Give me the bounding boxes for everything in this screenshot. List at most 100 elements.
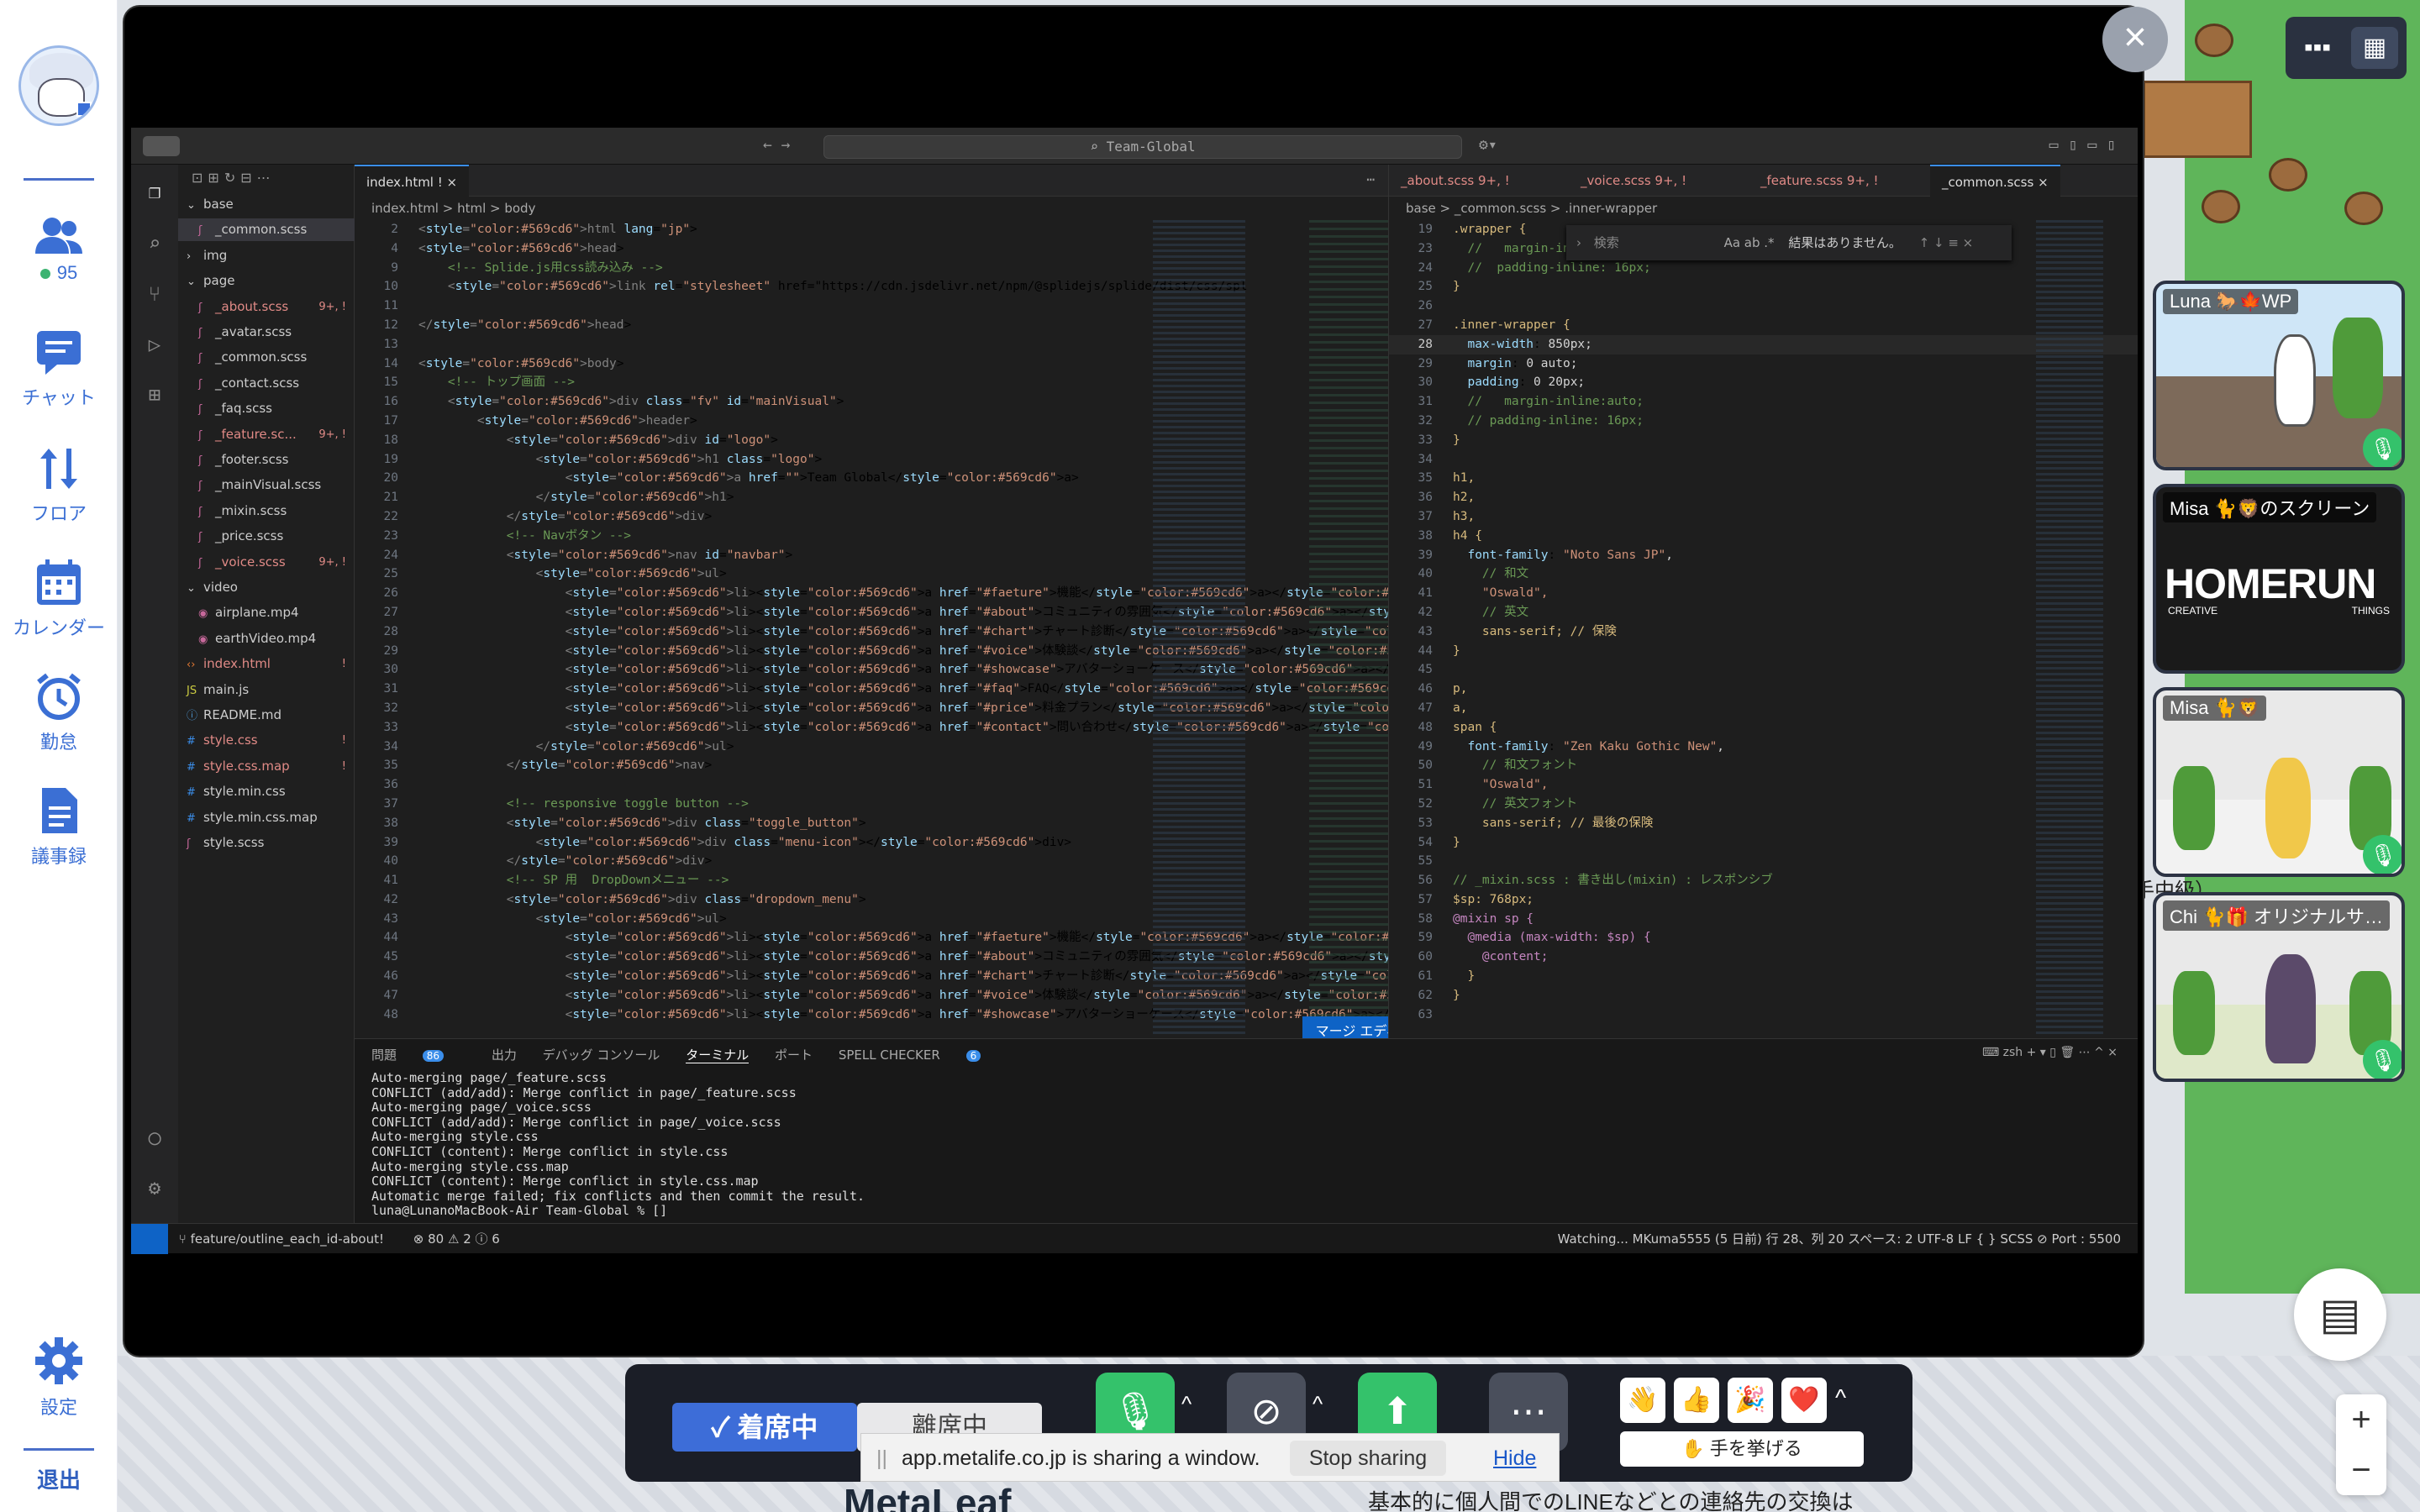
memo-button[interactable]: ▤	[2294, 1268, 2386, 1361]
sidebar-item-floor[interactable]: フロア	[0, 445, 118, 526]
close-share-button[interactable]: ×	[2102, 7, 2168, 72]
explorer-item[interactable]: ʃ _about.scss 9+, !	[178, 296, 355, 318]
breadcrumb-right[interactable]: base > _common.scss > .inner-wrapper	[1406, 198, 1657, 218]
extensions-icon[interactable]: ⊞	[143, 383, 166, 407]
reaction-party[interactable]: 🎉	[1728, 1378, 1773, 1423]
screen-share-window[interactable]: ← → ⌕ Team-Global ⚙▾ ▭▯▭▯ ❐ ⌕ ⑂ ▷ ⊞ ◯ ⚙ …	[124, 7, 2143, 1356]
sidebar-item-settings[interactable]: 設定	[0, 1336, 118, 1420]
sidebar-item-members[interactable]: 95	[0, 215, 118, 284]
source-control-icon[interactable]: ⑂	[143, 282, 166, 306]
sidebar-item-attendance[interactable]: 勤怠	[0, 672, 118, 754]
grid-view-icon[interactable]: ▦	[2351, 27, 2398, 69]
hide-link[interactable]: Hide	[1493, 1434, 1536, 1483]
participant-tile[interactable]: Luna 🐎🍁WP 🎙	[2153, 281, 2405, 470]
explorer-item[interactable]: # style.min.css.map	[178, 806, 355, 829]
tab-about-scss[interactable]: _about.scss 9+, !	[1389, 165, 1522, 197]
explorer-item[interactable]: ◉ earthVideo.mp4	[178, 627, 355, 650]
tab-ports[interactable]: ポート	[775, 1047, 813, 1063]
participant-tile[interactable]: Misa 🐈🦁 🎙	[2153, 687, 2405, 877]
user-avatar[interactable]	[18, 45, 99, 126]
zoom-in-button[interactable]: +	[2336, 1394, 2386, 1445]
reaction-heart[interactable]: ❤️	[1781, 1378, 1827, 1423]
tab-common-scss[interactable]: _common.scss ×	[1930, 165, 2060, 197]
camera-options-chevron-icon[interactable]: ^	[1313, 1391, 1323, 1417]
find-input[interactable]: 検索	[1594, 225, 1720, 260]
explorer-item[interactable]: ⌄ page	[178, 270, 355, 292]
mic-options-chevron-icon[interactable]: ^	[1181, 1391, 1192, 1417]
more-actions-icon[interactable]: ⋯	[1366, 171, 1375, 187]
minimap-right[interactable]	[2036, 220, 2103, 1035]
participant-screen-tile[interactable]: HOMERUN CREATIVE THINGS Misa 🐈🦁のスクリーン	[2153, 484, 2405, 674]
explorer-item[interactable]: ʃ _voice.scss 9+, !	[178, 551, 355, 574]
exit-button[interactable]: 退出	[0, 1463, 118, 1494]
mic-on-icon[interactable]: 🎙	[2363, 1040, 2402, 1079]
explorer-item[interactable]: ʃ _mixin.scss	[178, 500, 355, 522]
explorer-item[interactable]: ʃ _faq.scss	[178, 397, 355, 420]
explorer-item[interactable]: ʃ _avatar.scss	[178, 321, 355, 344]
explorer-item[interactable]: ʃ _mainVisual.scss	[178, 474, 355, 496]
explorer-item[interactable]: ⌄ base	[178, 193, 355, 216]
tab-index-html[interactable]: index.html ! ×	[355, 165, 470, 197]
breadcrumb-left[interactable]: index.html > html > body	[371, 198, 535, 218]
sidebar-toggle-icon[interactable]	[143, 136, 180, 156]
run-debug-icon[interactable]: ▷	[143, 333, 166, 356]
explorer-item[interactable]: # style.css.map!	[178, 755, 355, 778]
terminal-controls[interactable]: ⌨ zsh + ▾ ▯ 🗑 ⋯ ^ ×	[1982, 1046, 2118, 1059]
explorer-item[interactable]: ʃ _feature.sc... 9+, !	[178, 423, 355, 446]
explorer-item[interactable]: # style.min.css	[178, 780, 355, 803]
explorer-item[interactable]: ʃ _footer.scss	[178, 449, 355, 471]
sidebar-item-minutes[interactable]: 議事録	[0, 786, 118, 869]
tab-voice-scss[interactable]: _voice.scss 9+, !	[1569, 165, 1698, 197]
minimap-left[interactable]	[1153, 220, 1245, 1035]
manage-gear-icon[interactable]: ⚙	[143, 1176, 166, 1200]
terminal-output[interactable]: Auto-merging page/_feature.scss CONFLICT …	[371, 1070, 865, 1219]
strip-view-icon[interactable]: ▪▪▪	[2294, 27, 2341, 69]
code-scss[interactable]: 19 .wrapper {23 // margin-inline:auto; 24 …	[1389, 220, 2138, 1024]
explorer-item[interactable]: ʃ _common.scss	[178, 218, 355, 242]
tab-debug-console[interactable]: デバッグ コンソール	[543, 1047, 660, 1063]
tab-output[interactable]: 出力	[492, 1047, 517, 1063]
status-right-items[interactable]: Watching... MKuma5555 (5 日前) 行 28、列 20 ス…	[1558, 1224, 2121, 1254]
explorer-item[interactable]: ⓘ README.md	[178, 704, 355, 727]
status-problems[interactable]: ⊗ 80 ⚠ 2 ⓘ 6	[413, 1231, 500, 1247]
tab-terminal[interactable]: ターミナル	[686, 1047, 750, 1063]
status-branch[interactable]: feature/outline_each_id-about!	[191, 1231, 384, 1247]
zoom-out-button[interactable]: −	[2336, 1445, 2386, 1495]
account-icon[interactable]: ◯	[143, 1126, 166, 1149]
explorer-icon[interactable]: ❐	[143, 180, 166, 203]
sidebar-item-chat[interactable]: チャット	[0, 329, 118, 410]
explorer-item[interactable]: ʃ _contact.scss	[178, 372, 355, 395]
explorer-item[interactable]: ʃ _common.scss	[178, 346, 355, 369]
explorer-item[interactable]: JS main.js	[178, 679, 355, 701]
find-nav-icon[interactable]: ↑ ↓ ≡ ×	[1919, 235, 1974, 250]
tab-feature-scss[interactable]: _feature.scss 9+, !	[1749, 165, 1891, 197]
find-expand-icon[interactable]: ›	[1576, 235, 1581, 250]
participant-tile[interactable]: Chi 🐈🎁 オリジナルサ… 🎙	[2153, 892, 2405, 1082]
mic-on-icon[interactable]: 🎙	[2363, 835, 2402, 874]
explorer-item[interactable]: # style.css!	[178, 729, 355, 752]
explorer-item[interactable]: ʃ _price.scss	[178, 525, 355, 548]
mic-on-icon[interactable]: 🎙	[2363, 428, 2402, 467]
explorer-item[interactable]: ◉ airplane.mp4	[178, 601, 355, 624]
explorer-item[interactable]: ⌄ video	[178, 576, 355, 599]
reactions-expand-icon[interactable]: ^	[1835, 1384, 1846, 1411]
stop-sharing-button[interactable]: Stop sharing	[1290, 1441, 1446, 1476]
nav-back-forward-icon[interactable]: ← →	[763, 136, 791, 154]
tab-spell-checker[interactable]: SPELL CHECKER 6	[839, 1047, 1002, 1063]
tab-problems[interactable]: 問題 86	[371, 1047, 466, 1063]
sidebar-item-calendar[interactable]: カレンダー	[0, 558, 118, 640]
close-icon[interactable]: ×	[447, 175, 458, 190]
explorer-item[interactable]: › img	[178, 244, 355, 267]
remote-icon[interactable]	[131, 1224, 168, 1254]
explorer-item[interactable]: ʃ style.scss	[178, 832, 355, 854]
reaction-wave[interactable]: 👋	[1620, 1378, 1665, 1423]
copilot-icon[interactable]: ⚙▾	[1479, 136, 1497, 154]
close-icon[interactable]: ×	[2038, 175, 2049, 190]
drag-handle-icon[interactable]: ||	[876, 1446, 887, 1470]
search-icon[interactable]: ⌕	[143, 232, 166, 255]
layout-controls-icon[interactable]: ▭▯▭▯	[2049, 136, 2126, 154]
explorer-item[interactable]: ‹› index.html!	[178, 653, 355, 675]
reaction-thumbs-up[interactable]: 👍	[1674, 1378, 1719, 1423]
explorer-toolbar-icon[interactable]: ⊡⊞↻⊟⋯	[192, 170, 276, 186]
command-center-search[interactable]: ⌕ Team-Global	[823, 135, 1462, 159]
